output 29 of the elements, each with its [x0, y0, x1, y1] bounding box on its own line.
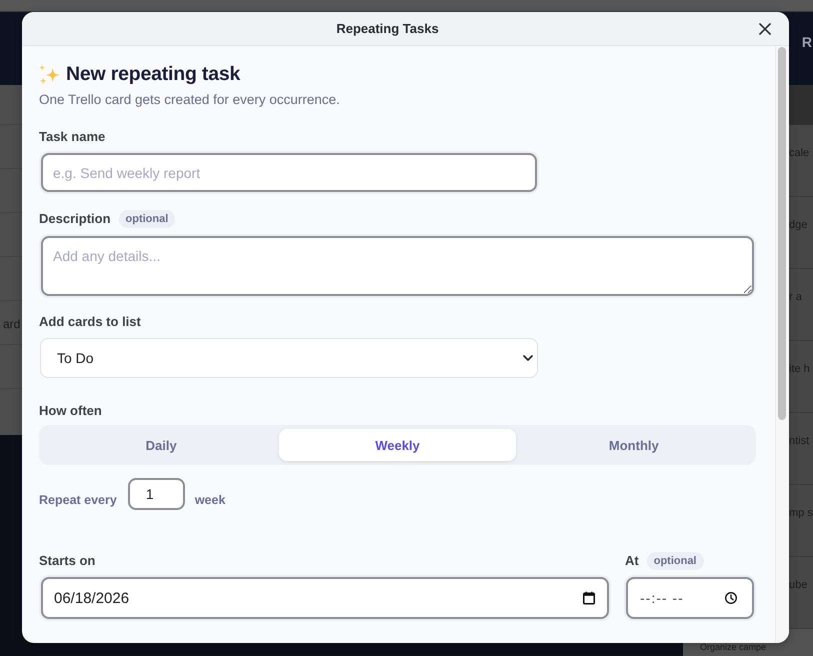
clock-icon: [725, 592, 737, 604]
dialog-title: Repeating Tasks: [336, 21, 439, 36]
header-label: R: [802, 34, 812, 50]
scrollbar-thumb[interactable]: [778, 47, 786, 420]
description-field[interactable]: Add any details...: [41, 236, 754, 296]
frequency-option[interactable]: Weekly: [279, 429, 516, 461]
list-select[interactable]: To Do: [40, 338, 538, 378]
optional-tag: optional: [118, 210, 176, 228]
repeat-label: Repeat every: [39, 492, 117, 509]
date-field[interactable]: 06/18/2026: [41, 577, 609, 619]
field-label: At: [625, 553, 639, 569]
field-label: Description: [39, 211, 111, 227]
optional-tag: optional: [646, 552, 704, 570]
field-label: Add cards to list: [39, 314, 141, 330]
chevron-icon: [523, 355, 533, 361]
field-label: How often: [39, 403, 102, 419]
form-subtitle: One Trello card gets created for every occurrence.: [39, 92, 340, 108]
field-label: Task name: [39, 129, 106, 145]
calendar-icon: [583, 592, 595, 604]
time-field[interactable]: --:-- --: [626, 577, 754, 619]
sparkles-icon: [39, 64, 60, 84]
field-label: Starts on: [39, 553, 96, 569]
frequency-option[interactable]: Daily: [43, 429, 280, 461]
form-heading: New repeating task: [66, 62, 240, 86]
close-icon: [759, 22, 772, 34]
task-name-field[interactable]: e.g. Send weekly report: [41, 153, 537, 192]
frequency-option[interactable]: Monthly: [516, 429, 752, 461]
unit-label: week: [194, 492, 226, 509]
interval-field[interactable]: 1: [128, 478, 185, 510]
